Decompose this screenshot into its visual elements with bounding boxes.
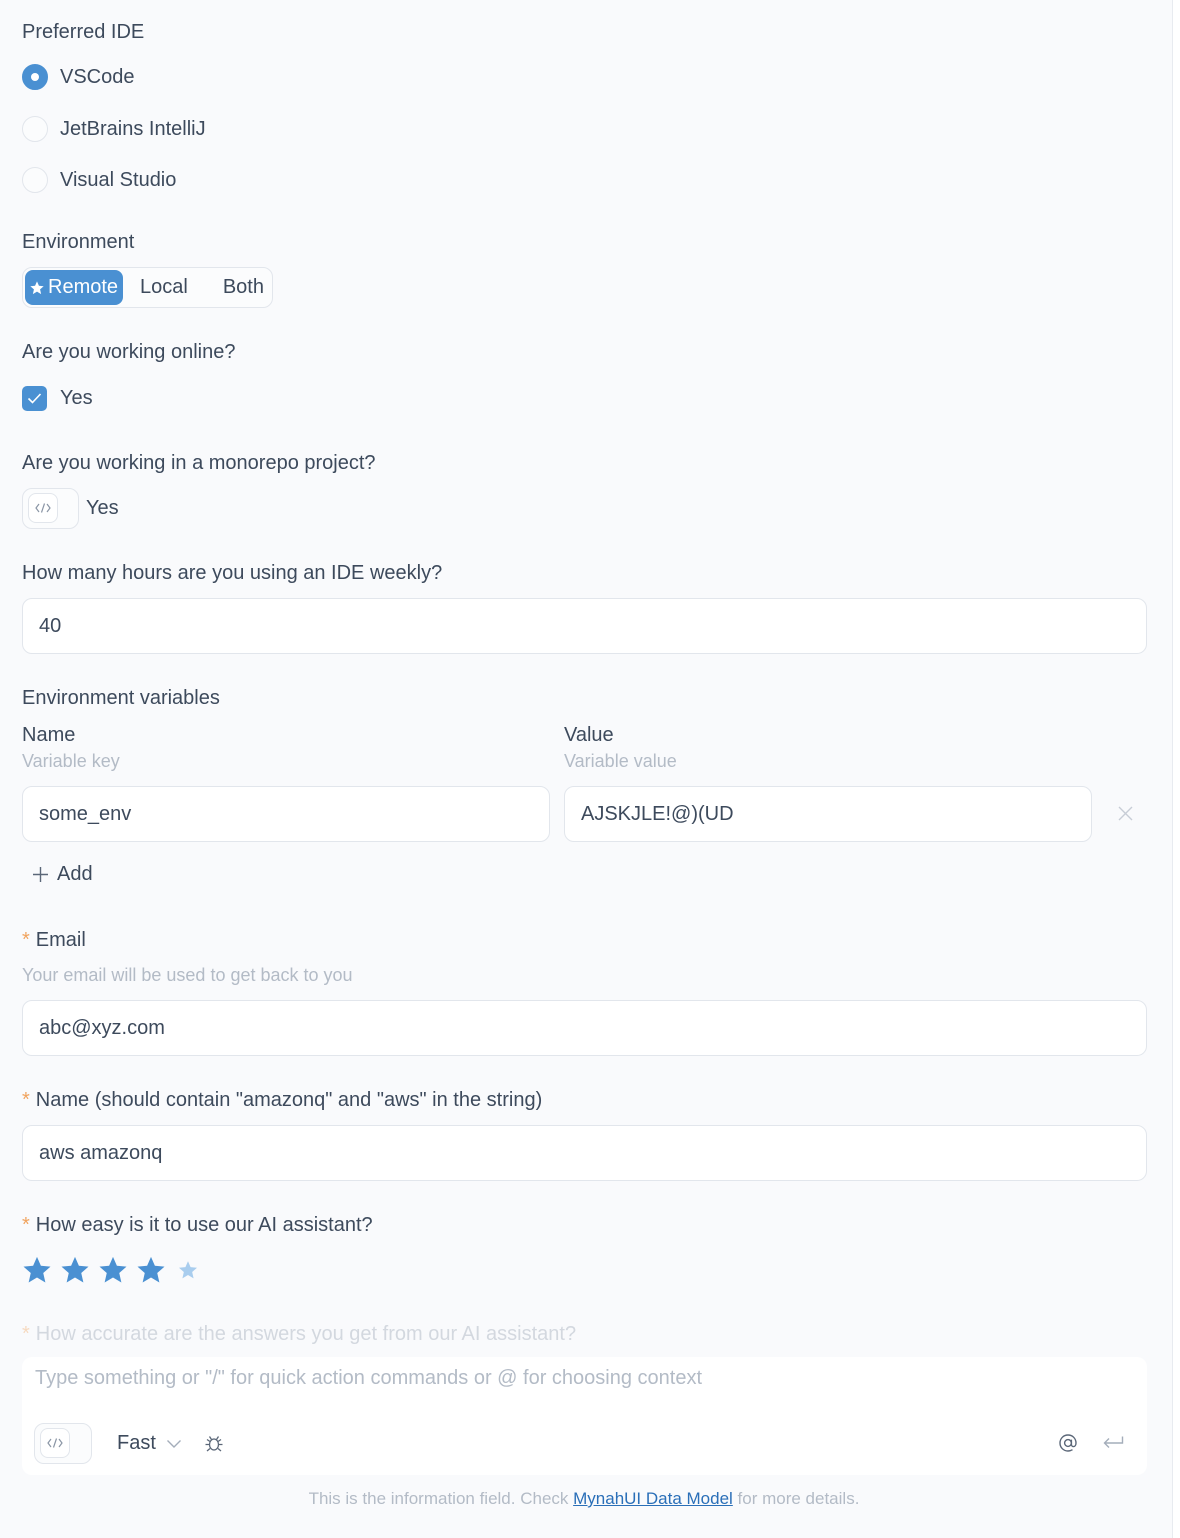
star-icon (30, 280, 44, 294)
online-option-label: Yes (60, 387, 93, 409)
required-mark: * (22, 1323, 30, 1345)
at-icon[interactable] (1058, 1433, 1078, 1453)
accuracy-label-text: How accurate are the answers you get fro… (35, 1323, 577, 1345)
ease-label-text: How easy is it to use our AI assistant? (35, 1214, 373, 1236)
env-name-header: Name (22, 724, 76, 746)
required-mark: * (22, 929, 30, 951)
mode-label: Fast (117, 1432, 156, 1454)
code-icon (28, 493, 58, 523)
option-label: Remote (48, 276, 119, 298)
close-icon[interactable] (1117, 805, 1134, 822)
radio-label: Visual Studio (60, 168, 177, 191)
environment-label: Environment (22, 231, 135, 253)
radio-icon[interactable] (22, 64, 48, 90)
bug-icon[interactable] (204, 1433, 224, 1453)
ease-rating (22, 1255, 206, 1285)
radio-icon[interactable] (22, 116, 48, 142)
monorepo-toggle[interactable] (22, 488, 79, 529)
online-label: Are you working online? (22, 341, 236, 363)
chevron-down-icon (166, 1439, 181, 1448)
env-name-desc: Variable key (22, 751, 120, 771)
radio-icon[interactable] (22, 167, 48, 193)
radio-label: VSCode (60, 65, 135, 88)
env-name-input[interactable]: some_env (22, 786, 550, 842)
add-label: Add (57, 863, 93, 885)
ease-label: * How easy is it to use our AI assistant? (22, 1214, 373, 1237)
radio-vscode[interactable]: VSCode (22, 62, 135, 92)
name-label-text: Name (should contain "amazonq" and "aws"… (35, 1089, 543, 1111)
info-prefix: This is the information field. Check (308, 1489, 574, 1508)
email-input[interactable]: abc@xyz.com (22, 1000, 1147, 1056)
code-icon (40, 1428, 70, 1458)
name-input[interactable]: aws amazonq (22, 1125, 1147, 1181)
radio-visual-studio[interactable]: Visual Studio (22, 165, 176, 195)
star-icon[interactable] (22, 1255, 52, 1285)
environment-segmented-control: Remote Local Both (22, 267, 273, 308)
environment-option-remote[interactable]: Remote (25, 270, 124, 305)
name-label: * Name (should contain "amazonq" and "aws… (22, 1089, 542, 1112)
hours-input[interactable]: 40 (22, 598, 1147, 654)
radio-jetbrains[interactable]: JetBrains IntelliJ (22, 114, 206, 144)
add-env-button[interactable]: Add (32, 863, 93, 886)
online-checkbox[interactable] (22, 386, 47, 411)
monorepo-label: Are you working in a monorepo project? (22, 452, 376, 474)
star-icon[interactable] (60, 1255, 90, 1285)
radio-label: JetBrains IntelliJ (60, 117, 206, 140)
hours-label: How many hours are you using an IDE week… (22, 562, 443, 584)
required-mark: * (22, 1089, 30, 1111)
plus-icon (33, 867, 48, 882)
email-desc: Your email will be used to get back to y… (22, 965, 353, 985)
required-mark: * (22, 1214, 30, 1236)
email-label-text: Email (35, 929, 86, 951)
info-suffix: for more details. (732, 1489, 860, 1508)
env-vars-label: Environment variables (22, 687, 220, 709)
accuracy-label: * How accurate are the answers you get fr… (22, 1323, 576, 1345)
info-field: This is the information field. Check Myn… (0, 1489, 1168, 1509)
prompt-input[interactable]: Type something or "/" for quick action c… (35, 1367, 702, 1390)
mode-select[interactable]: Fast (117, 1432, 182, 1455)
ide-label: Preferred IDE (22, 21, 145, 43)
star-icon[interactable] (136, 1255, 166, 1285)
star-icon[interactable] (178, 1260, 198, 1280)
environment-option-both[interactable]: Both (205, 270, 270, 305)
star-icon[interactable] (98, 1255, 128, 1285)
env-value-header: Value (564, 724, 614, 746)
email-label: * Email (22, 929, 86, 952)
monorepo-option-label: Yes (86, 497, 119, 519)
environment-option-local[interactable]: Local (123, 270, 205, 305)
enter-icon[interactable] (1102, 1435, 1124, 1451)
check-icon (27, 393, 42, 404)
prompt-code-toggle[interactable] (34, 1423, 92, 1464)
prompt-input-area: Type something or "/" for quick action c… (22, 1357, 1147, 1475)
env-value-desc: Variable value (564, 751, 677, 771)
page-edge (1172, 0, 1180, 1538)
info-link[interactable]: MynahUI Data Model (573, 1489, 733, 1508)
env-value-input[interactable]: AJSKJLE!@)(UD (564, 786, 1092, 842)
